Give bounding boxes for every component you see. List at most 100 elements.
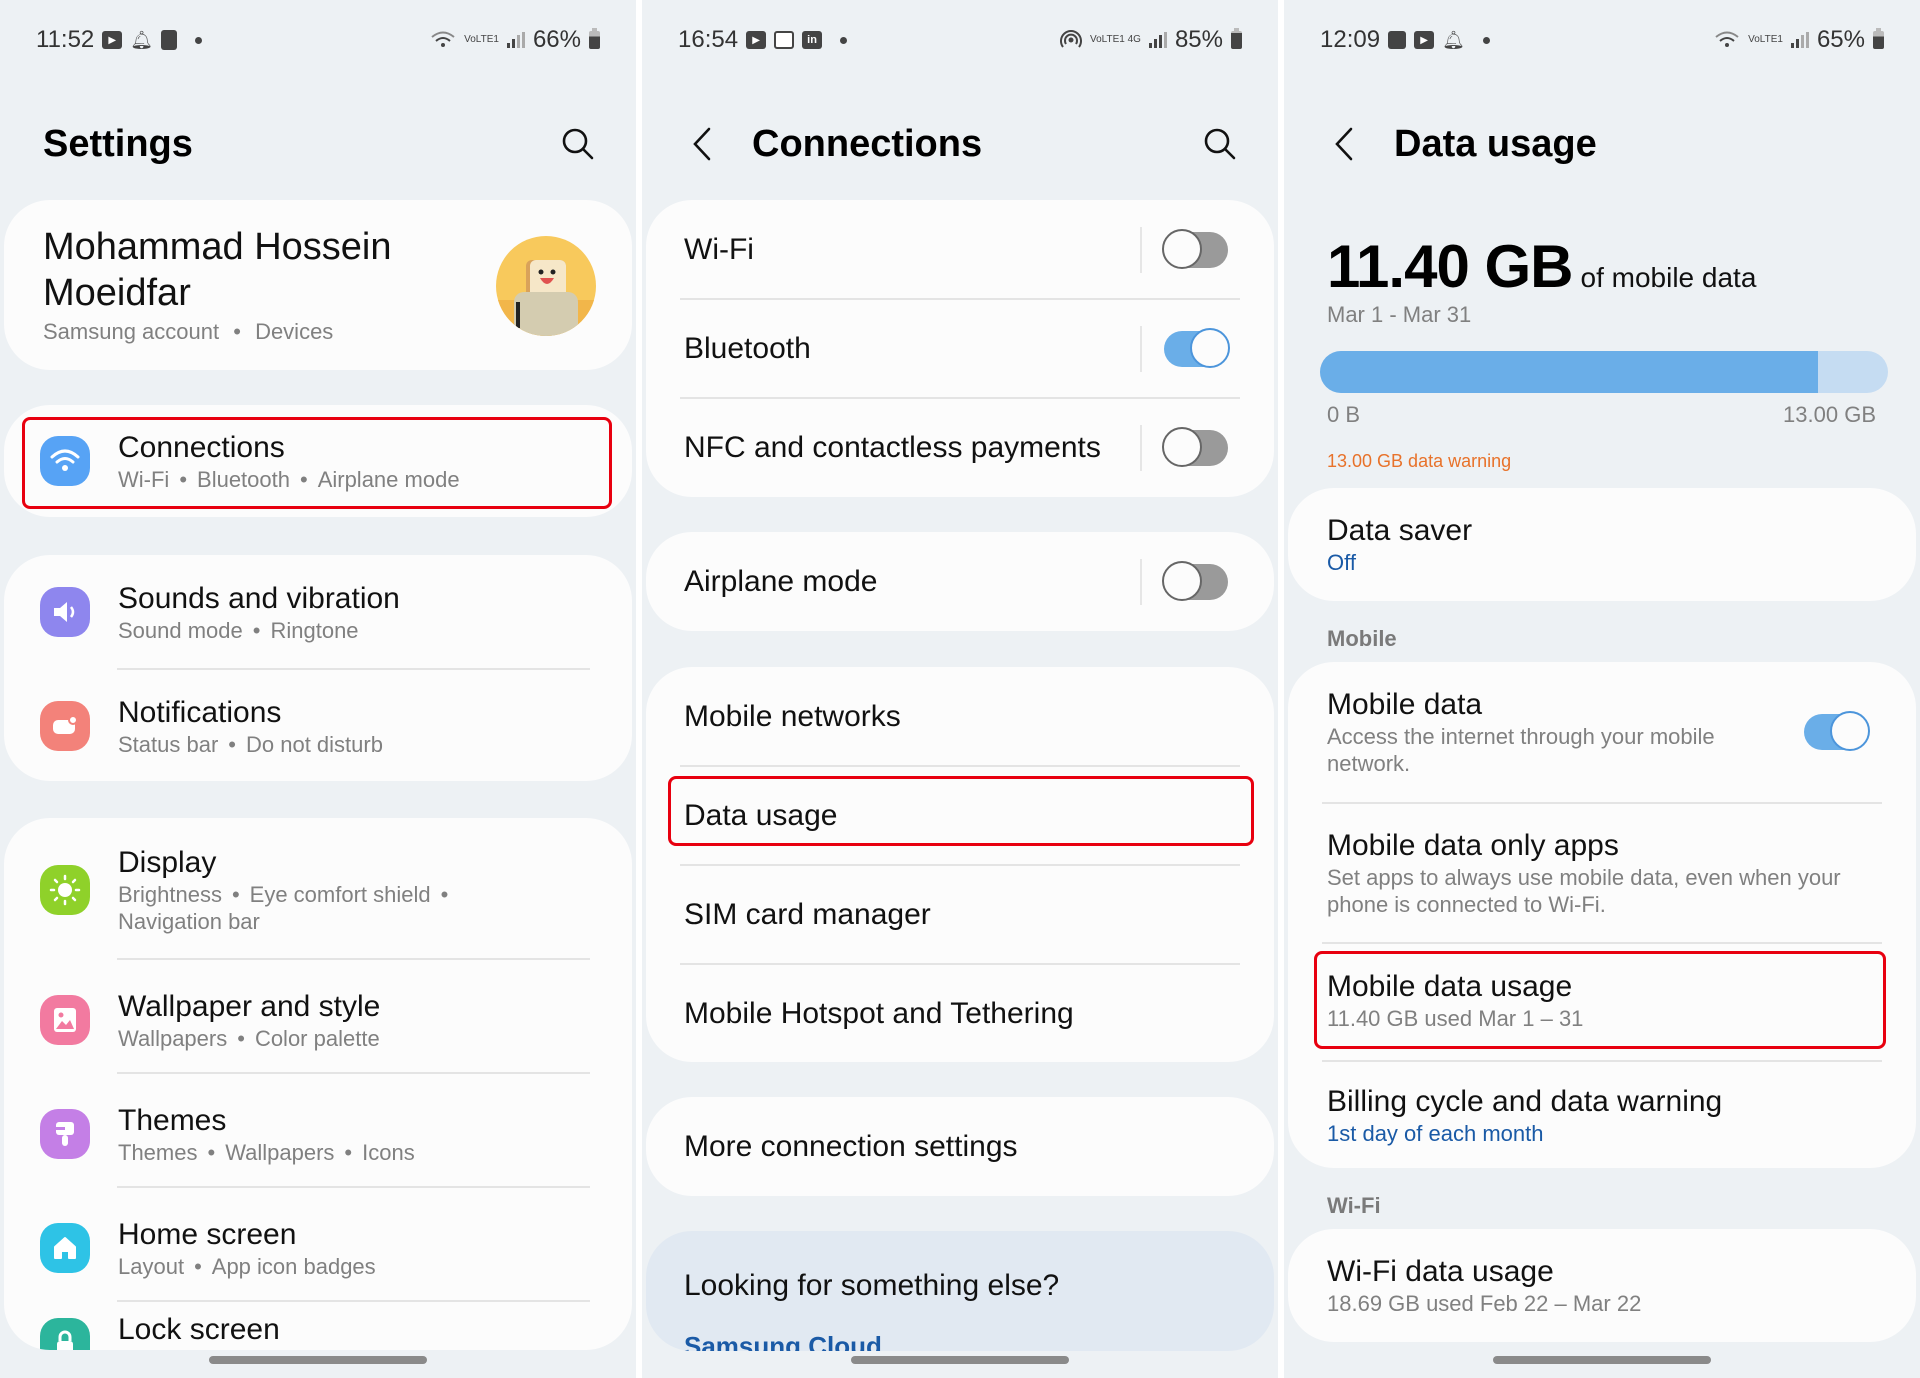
menu-label: SIM card manager (684, 897, 931, 931)
home-icon (40, 1223, 90, 1273)
wifi-row[interactable]: Wi-Fi (646, 200, 1274, 299)
settings-item-home-screen[interactable]: Home screen Layout • App icon badges (4, 1198, 632, 1298)
item-sub: Icons (362, 1139, 415, 1165)
menu-label: Data usage (684, 798, 838, 832)
youtube-icon: ▶ (746, 31, 767, 49)
mobile-data-row[interactable]: Mobile data Access the internet through … (1288, 662, 1916, 802)
avatar[interactable] (496, 236, 596, 336)
battery-percent: 66% (532, 26, 581, 53)
app-bar: Data usage (1284, 112, 1920, 176)
home-indicator[interactable] (209, 1356, 427, 1364)
profile-sub-devices: Devices (255, 319, 334, 344)
brush-icon (40, 1109, 90, 1159)
item-sub: Wi-Fi (118, 466, 170, 492)
bluetooth-label: Bluetooth (684, 331, 811, 365)
mobile-data-title: Mobile data (1327, 688, 1483, 721)
battery-icon (1231, 28, 1242, 49)
data-saver-title: Data saver (1327, 514, 1473, 547)
wifi-icon (40, 436, 90, 486)
wifi-label: Wi-Fi (684, 232, 754, 266)
airplane-row[interactable]: Airplane mode (646, 532, 1274, 631)
usage-amount: 11.40 GB (1327, 233, 1574, 300)
profile-card[interactable]: Mohammad Hossein Moeidfar Samsung accoun… (4, 200, 632, 370)
usage-unit-label: of mobile data (1580, 262, 1757, 293)
data-warning-label: 13.00 GB data warning (1327, 451, 1512, 471)
cell-signal-icon (1148, 32, 1167, 48)
status-bar: 11:52 ▶ 🔔︎ VoLTE1 66% (36, 22, 600, 58)
mobile-data-usage-row[interactable]: Mobile data usage 11.40 GB used Mar 1 – … (1288, 945, 1916, 1055)
calendar-icon (774, 31, 795, 49)
settings-item-lock-screen[interactable]: Lock screen (4, 1312, 632, 1350)
connections-card: Connections Wi-Fi • Bluetooth • Airplane mod… (4, 405, 632, 517)
volte-label: VoLTE1 4G (1089, 34, 1141, 45)
nfc-toggle[interactable] (1162, 426, 1228, 467)
back-button[interactable] (1324, 124, 1364, 164)
status-bar: 12:09 ▶ 🔔︎ VoLTE1 65% (1320, 22, 1884, 58)
data-usage-screen: 12:09 ▶ 🔔︎ VoLTE1 65% Data usage 11.40 G… (1284, 0, 1920, 1378)
wifi-data-usage-row[interactable]: Wi-Fi data usage 18.69 GB used Feb 22 – … (1288, 1229, 1916, 1342)
item-sub: Wallpapers (118, 1025, 228, 1051)
divider (1140, 558, 1142, 605)
settings-item-title: Themes (118, 1103, 227, 1137)
item-sub: Navigation bar (118, 909, 260, 934)
section-wifi: Wi-Fi (1327, 1193, 1381, 1218)
status-time: 11:52 (36, 26, 95, 53)
wifi-signal-icon (1715, 31, 1739, 47)
section-mobile: Mobile (1327, 626, 1397, 651)
divider (1140, 325, 1142, 372)
menu-sim-card-manager[interactable]: SIM card manager (646, 865, 1274, 964)
settings-item-title: Connections (118, 430, 285, 464)
wifi-data-usage-sub: 18.69 GB used Feb 22 – Mar 22 (1327, 1291, 1642, 1316)
item-sub: Themes (118, 1139, 198, 1165)
menu-hotspot-tethering[interactable]: Mobile Hotspot and Tethering (646, 964, 1274, 1062)
app-bar: Settings (0, 112, 636, 176)
data-saver-row[interactable]: Data saver Off (1288, 488, 1916, 601)
nfc-row[interactable]: NFC and contactless payments (646, 398, 1274, 497)
home-indicator[interactable] (1493, 1356, 1711, 1364)
billing-cycle-row[interactable]: Billing cycle and data warning 1st day o… (1288, 1062, 1916, 1168)
more-connection-settings[interactable]: More connection settings (646, 1097, 1274, 1196)
status-bar: 16:54 ▶ in VoLTE1 4G 85% (678, 22, 1242, 58)
settings-item-sounds[interactable]: Sounds and vibration Sound mode • Ringtone (4, 577, 632, 647)
youtube-icon: ▶ (1414, 31, 1435, 49)
data-saver-value: Off (1327, 550, 1356, 575)
mobile-data-only-apps-row[interactable]: Mobile data only apps Set apps to always… (1288, 803, 1916, 943)
phone-link-icon (161, 30, 178, 50)
mobile-card: Mobile data Access the internet through … (1288, 662, 1916, 1168)
bell-icon: 🔔︎ (1442, 29, 1465, 50)
toast-avatar-icon (496, 260, 596, 336)
back-button[interactable] (682, 124, 722, 164)
menu-data-usage[interactable]: Data usage (646, 766, 1274, 865)
youtube-icon: ▶ (102, 31, 123, 49)
bluetooth-row[interactable]: Bluetooth (646, 299, 1274, 398)
home-indicator[interactable] (851, 1356, 1069, 1364)
profile-name-line2: Moeidfar (43, 272, 191, 314)
usage-bar-max: 13.00 GB (1783, 402, 1876, 427)
settings-item-notifications[interactable]: Notifications Status bar • Do not disturb (4, 691, 632, 761)
speaker-icon (40, 587, 90, 637)
volte-label: VoLTE1 (464, 34, 499, 45)
settings-item-themes[interactable]: Themes Themes • Wallpapers • Icons (4, 1084, 632, 1184)
search-button[interactable] (1200, 124, 1240, 164)
display-card: Display Brightness • Eye comfort shield • N… (4, 818, 632, 1350)
airplane-toggle[interactable] (1162, 560, 1228, 601)
more-settings-card: More connection settings (646, 1097, 1274, 1196)
bluetooth-toggle[interactable] (1164, 327, 1230, 368)
settings-item-display[interactable]: Display Brightness • Eye comfort shield • N… (4, 840, 632, 940)
page-title: Settings (43, 122, 193, 165)
item-sub: Wallpapers (225, 1139, 335, 1165)
wifi-toggle[interactable] (1162, 228, 1228, 269)
samsung-cloud-link[interactable]: Samsung Cloud (684, 1331, 882, 1351)
menu-mobile-networks[interactable]: Mobile networks (646, 667, 1274, 766)
sun-icon (40, 865, 90, 915)
linkedin-icon: in (802, 31, 823, 49)
cell-signal-icon (1790, 32, 1809, 48)
settings-item-connections[interactable]: Connections Wi-Fi • Bluetooth • Airplane mod… (4, 419, 632, 503)
search-button[interactable] (558, 124, 598, 164)
mobile-data-toggle[interactable] (1804, 711, 1870, 751)
settings-item-wallpaper[interactable]: Wallpaper and style Wallpapers • Color pal… (4, 970, 632, 1070)
suggestions-card: Looking for something else? Samsung Clou… (646, 1231, 1274, 1351)
settings-item-title: Lock screen (118, 1313, 280, 1346)
profile-name-line1: Mohammad Hossein (43, 226, 392, 268)
item-sub: Eye comfort shield (249, 882, 431, 907)
